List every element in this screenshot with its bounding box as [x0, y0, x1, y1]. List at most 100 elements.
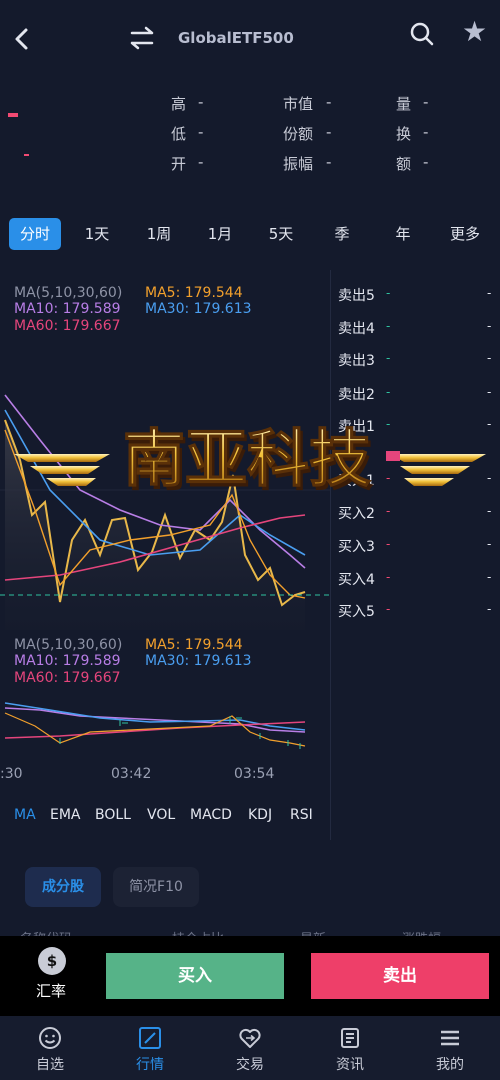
sub-ma30-value: MA30: 179.613	[145, 653, 252, 669]
bottom-nav: 自选 行情 交易 资讯 我的	[0, 1016, 500, 1080]
stat-value: -	[423, 93, 429, 111]
tab-period[interactable]: 年	[381, 218, 425, 250]
ask-volume: -	[487, 286, 492, 300]
stat-label: 低	[171, 125, 187, 143]
stat-value: -	[198, 123, 204, 141]
logo-accent	[386, 451, 400, 461]
indicator-tab[interactable]: RSI	[290, 807, 313, 823]
change-indicator	[24, 154, 29, 156]
chart-icon	[139, 1027, 161, 1049]
ask-price: -	[386, 385, 391, 399]
menu-icon	[441, 1030, 459, 1046]
price-indicator	[8, 113, 18, 117]
ma5-value: MA5: 179.544	[145, 285, 243, 301]
ask-label: 卖出2	[338, 387, 375, 403]
chart-divider	[330, 270, 331, 840]
ask-volume: -	[487, 351, 492, 365]
stat-label: 量	[396, 95, 412, 113]
left-wing-icon	[14, 454, 110, 486]
nav-item-trade[interactable]: 交易	[200, 1016, 300, 1080]
time-label: :30	[0, 766, 23, 782]
brand-logo: 南亚科技 南亚科技	[14, 421, 486, 499]
ma30-value: MA30: 179.613	[145, 301, 252, 317]
ma10-value: MA10: 179.589	[14, 301, 121, 317]
nav-item-me[interactable]: 我的	[400, 1016, 500, 1080]
stat-label: 开	[171, 155, 187, 173]
indicator-tab[interactable]: KDJ	[248, 807, 272, 823]
stat-label: 份额	[283, 125, 314, 143]
ask-label: 卖出4	[338, 321, 375, 337]
search-icon[interactable]	[408, 20, 436, 48]
stat-label: 换	[396, 125, 412, 143]
sub-ma10-value: MA10: 179.589	[14, 653, 121, 669]
heart-exchange-icon	[239, 1028, 261, 1048]
tab-period[interactable]: 更多	[443, 218, 487, 250]
bid-price: -	[386, 537, 391, 551]
bid-price: -	[386, 570, 391, 584]
stat-label: 高	[171, 95, 187, 113]
bid-label: 买入5	[338, 604, 375, 620]
tab-period[interactable]: 1天	[75, 218, 119, 250]
nav-label: 交易	[236, 1057, 264, 1073]
dollar-icon[interactable]: $	[38, 947, 66, 975]
tab-period[interactable]: 5天	[259, 218, 303, 250]
stat-label: 市值	[283, 95, 314, 113]
ask-label: 卖出5	[338, 288, 375, 304]
favorite-star-icon[interactable]: ★	[462, 18, 487, 46]
sell-button[interactable]: 卖出	[311, 953, 489, 999]
back-arrow-icon[interactable]	[10, 24, 36, 54]
nav-label: 自选	[36, 1057, 64, 1073]
buy-button[interactable]: 买入	[106, 953, 284, 999]
page-title: GlobalETF500	[178, 29, 294, 47]
ma60-value: MA60: 179.667	[14, 318, 121, 334]
indicator-tab[interactable]: MACD	[190, 807, 232, 823]
stat-value: -	[326, 123, 332, 141]
tab-constituents[interactable]: 成分股	[25, 867, 101, 907]
bid-label: 买入3	[338, 539, 375, 555]
bid-volume: -	[487, 537, 492, 551]
bid-volume: -	[487, 602, 492, 616]
ask-label: 卖出3	[338, 353, 375, 369]
logo-text: 南亚科技	[123, 422, 371, 495]
bid-label: 买入4	[338, 572, 375, 588]
nav-label: 我的	[436, 1057, 464, 1073]
ask-volume: -	[487, 385, 492, 399]
period-tabs: 分时 1天 1周 1月 5天 季 年 更多	[0, 218, 500, 254]
stat-value: -	[423, 153, 429, 171]
tab-period[interactable]: 分时	[9, 218, 61, 250]
tab-period[interactable]: 1月	[198, 218, 242, 250]
tab-f10-overview[interactable]: 简况F10	[113, 867, 199, 907]
time-label: 03:54	[234, 766, 275, 782]
bid-volume: -	[487, 570, 492, 584]
stat-label: 额	[396, 155, 412, 173]
ask-price: -	[386, 319, 391, 333]
exchange-rate-label[interactable]: 汇率	[36, 980, 66, 1001]
ask-volume: -	[487, 319, 492, 333]
stat-value: -	[326, 153, 332, 171]
nav-label: 资讯	[336, 1057, 364, 1073]
nav-label: 行情	[136, 1057, 164, 1073]
indicator-tab[interactable]: VOL	[147, 807, 175, 823]
indicator-tab[interactable]: MA	[14, 807, 36, 823]
nav-item-watchlist[interactable]: 自选	[0, 1016, 100, 1080]
right-wing-icon	[390, 454, 486, 486]
indicator-tab[interactable]: EMA	[50, 807, 81, 823]
swap-icon[interactable]	[128, 24, 156, 52]
sub-ma5-value: MA5: 179.544	[145, 637, 243, 653]
tab-period[interactable]: 1周	[137, 218, 181, 250]
bid-price: -	[386, 602, 391, 616]
stat-label: 振幅	[283, 155, 314, 173]
stat-value: -	[423, 123, 429, 141]
time-label: 03:42	[111, 766, 152, 782]
smile-icon	[39, 1027, 61, 1049]
indicator-tab[interactable]: BOLL	[95, 807, 131, 823]
sub-ma60-value: MA60: 179.667	[14, 670, 121, 686]
nav-item-news[interactable]: 资讯	[300, 1016, 400, 1080]
stat-value: -	[198, 93, 204, 111]
nav-item-market[interactable]: 行情	[100, 1016, 200, 1080]
stat-value: -	[326, 93, 332, 111]
ask-price: -	[386, 351, 391, 365]
tab-period[interactable]: 季	[320, 218, 364, 250]
sub-chart[interactable]	[0, 688, 330, 760]
sub-ma-params: MA(5,10,30,60)	[14, 637, 123, 653]
